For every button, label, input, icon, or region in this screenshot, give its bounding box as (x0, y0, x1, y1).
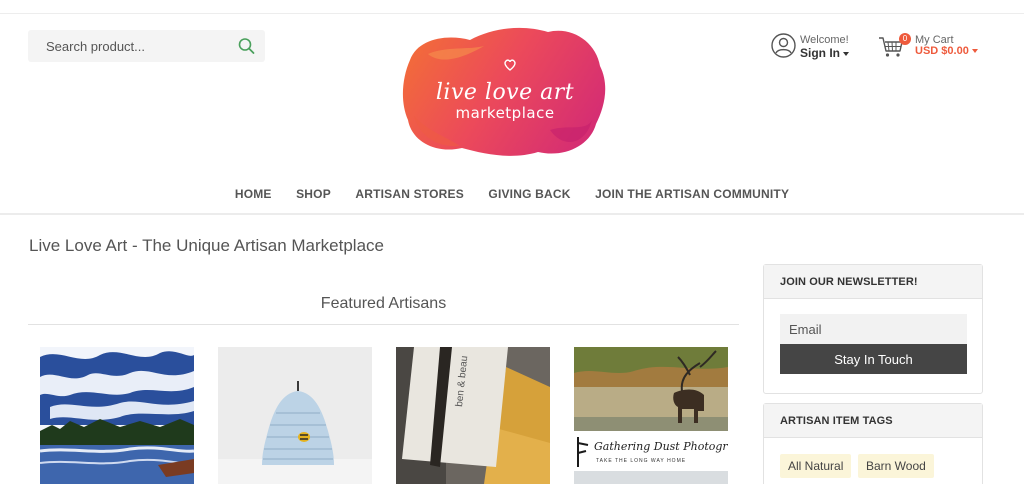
site-logo[interactable]: live love art marketplace (400, 20, 610, 162)
artisan-thumb-candle[interactable] (218, 347, 372, 484)
tags-title: ARTISAN ITEM TAGS (764, 404, 982, 438)
cart-count-badge: 0 (899, 33, 911, 45)
sign-in-link[interactable]: Sign In (800, 46, 849, 60)
photo-tagline-text: TAKE THE LONG WAY HOME (596, 458, 686, 464)
artisan-thumb-painting[interactable] (40, 347, 194, 484)
artisan-thumb-soap[interactable]: ben & beau (396, 347, 550, 484)
featured-divider (28, 324, 739, 325)
photograph-image: Gathering Dust Photograph TAKE THE LONG … (574, 347, 728, 484)
main-nav: HOME SHOP ARTISAN STORES GIVING BACK JOI… (0, 185, 1024, 201)
sign-in-label[interactable]: Sign In (800, 46, 840, 60)
photo-brand-text: Gathering Dust Photograph (594, 440, 728, 453)
nav-join-community[interactable]: JOIN THE ARTISAN COMMUNITY (595, 187, 789, 201)
artisan-tags-widget: ARTISAN ITEM TAGS All Natural Barn Wood (763, 403, 983, 484)
newsletter-title: JOIN OUR NEWSLETTER! (764, 265, 982, 299)
nav-shop[interactable]: SHOP (296, 187, 331, 201)
user-icon (771, 33, 796, 58)
welcome-text: Welcome! (800, 34, 849, 46)
caret-down-icon (971, 49, 978, 54)
soap-image: ben & beau (396, 347, 550, 484)
search-input[interactable] (28, 30, 228, 62)
top-divider (0, 13, 1024, 14)
heart-icon (504, 59, 516, 71)
painting-image (40, 347, 194, 484)
nav-artisan-stores[interactable]: ARTISAN STORES (355, 187, 464, 201)
nav-divider (0, 213, 1024, 215)
search-box[interactable] (28, 30, 265, 62)
caret-down-icon (843, 51, 849, 56)
page-title: Live Love Art - The Unique Artisan Marke… (29, 236, 384, 255)
artisan-thumb-photograph[interactable]: Gathering Dust Photograph TAKE THE LONG … (574, 347, 728, 484)
cart-total-value[interactable]: USD $0.00 (915, 45, 969, 57)
logo-text-sub: marketplace (455, 104, 555, 122)
nav-giving-back[interactable]: GIVING BACK (488, 187, 570, 201)
tag-barn-wood[interactable]: Barn Wood (858, 454, 934, 478)
newsletter-widget: JOIN OUR NEWSLETTER! Stay In Touch (763, 264, 983, 394)
logo-text-main: live love art (435, 80, 575, 105)
featured-artisans-heading: Featured Artisans (320, 295, 447, 312)
newsletter-email-input[interactable] (780, 314, 967, 344)
stay-in-touch-button[interactable]: Stay In Touch (780, 344, 967, 374)
cart-total[interactable]: USD $0.00 (915, 45, 978, 57)
search-icon[interactable] (237, 37, 255, 55)
nav-home[interactable]: HOME (235, 187, 272, 201)
tag-all-natural[interactable]: All Natural (780, 454, 852, 478)
candle-image (218, 347, 372, 484)
